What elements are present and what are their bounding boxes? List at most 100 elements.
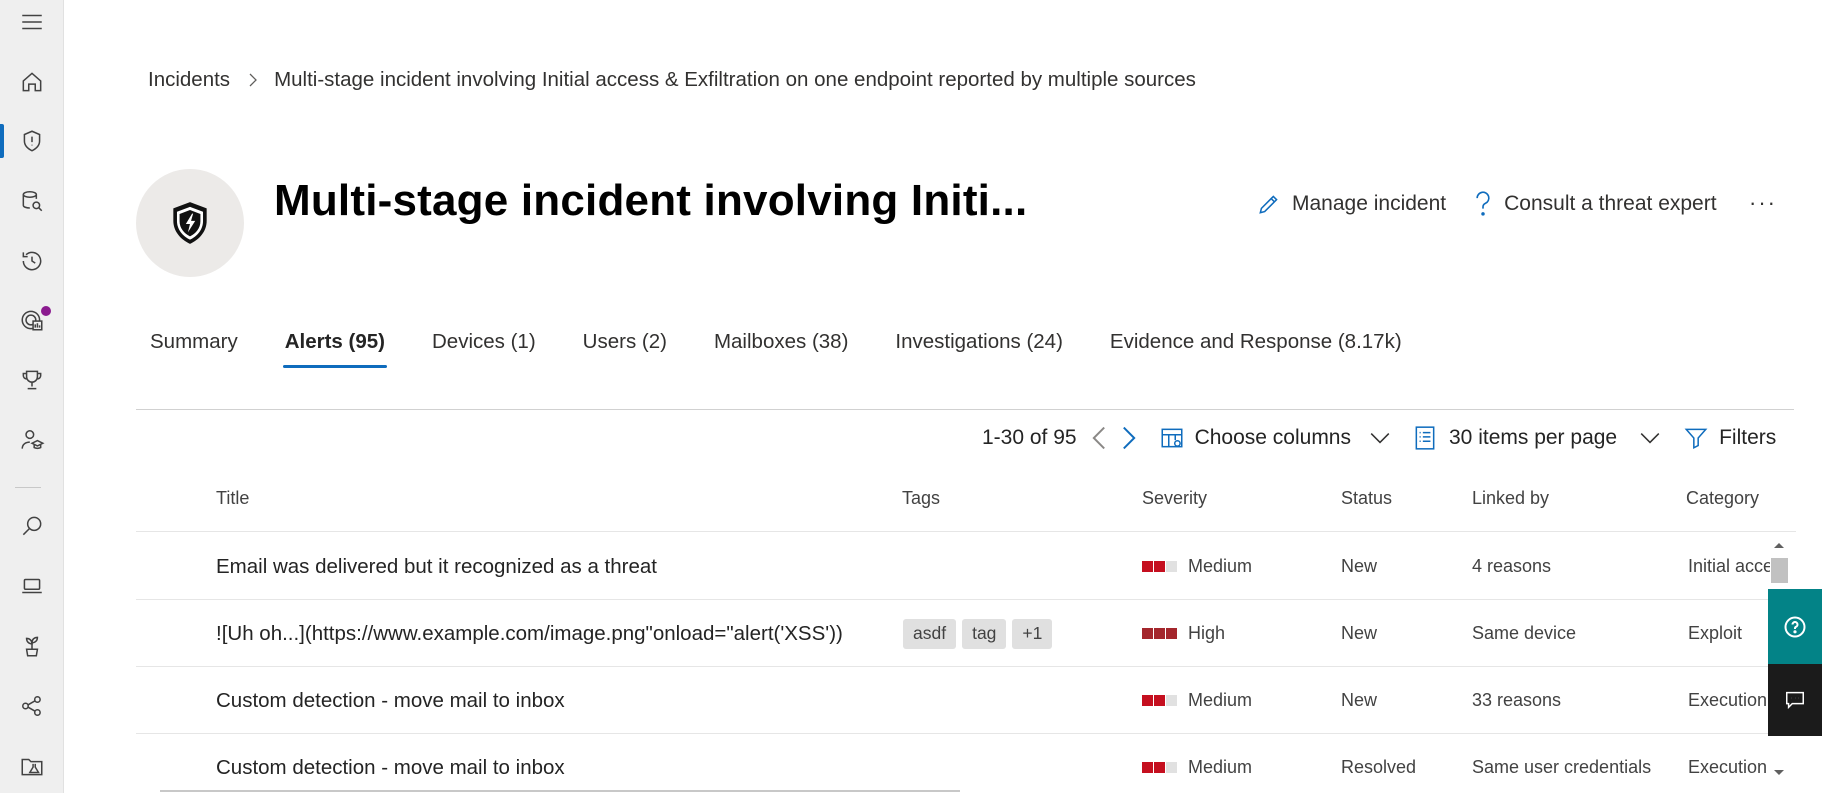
graph-icon[interactable] (0, 686, 64, 726)
feedback-button[interactable] (1768, 664, 1822, 736)
severity-label: Medium (1188, 690, 1253, 710)
table-row[interactable]: Custom detection - move mail to inbox Me… (136, 734, 1776, 793)
consult-threat-expert-label: Consult a threat expert (1504, 192, 1717, 215)
columns-icon (1161, 428, 1183, 448)
hamburger-icon[interactable] (0, 2, 64, 42)
severity-indicator (1142, 762, 1178, 773)
choose-columns-label: Choose columns (1194, 426, 1351, 449)
breadcrumb: Incidents Multi-stage incident involving… (148, 68, 1196, 92)
shield-icon[interactable] (0, 121, 64, 161)
search-icon[interactable] (0, 506, 64, 546)
laptop-icon[interactable] (0, 566, 64, 606)
column-header-severity[interactable]: Severity (1142, 488, 1207, 509)
shield-lightning-icon (173, 202, 207, 244)
manage-incident-label: Manage incident (1292, 192, 1447, 215)
severity-cell: High (1142, 600, 1225, 667)
pager-label: 1-30 of 95 (982, 426, 1077, 449)
previous-page-icon[interactable] (1089, 425, 1109, 451)
tabs-divider (136, 409, 1794, 410)
horizontal-scrollbar[interactable] (160, 790, 960, 792)
status-cell: Resolved (1341, 757, 1417, 777)
severity-indicator (1142, 561, 1178, 572)
header-actions: Manage incident Consult a threat expert (1256, 190, 1717, 218)
severity-cell: Medium (1142, 734, 1252, 793)
severity-cell: Medium (1142, 667, 1252, 734)
question-icon (1476, 191, 1490, 216)
table-header: Title Tags Severity Status Linked by Cat… (136, 478, 1796, 532)
threat-analytics-icon[interactable] (0, 300, 64, 340)
tab-devices[interactable]: Devices (1) (418, 330, 550, 368)
plant-icon[interactable] (0, 626, 64, 666)
column-header-status[interactable]: Status (1341, 488, 1392, 509)
table-row[interactable]: Email was delivered but it recognized as… (136, 533, 1776, 600)
table-row[interactable]: Custom detection - move mail to inbox Me… (136, 667, 1776, 734)
status-cell: New (1341, 690, 1378, 710)
consult-threat-expert-button[interactable]: Consult a threat expert (1472, 190, 1717, 218)
status-cell: New (1341, 623, 1378, 643)
trophy-icon[interactable] (0, 360, 64, 400)
scrollbar-thumb[interactable] (1771, 558, 1788, 583)
alert-title[interactable]: ![Uh oh...](https://www.example.com/imag… (216, 600, 896, 667)
items-per-page-label: 30 items per page (1449, 426, 1618, 449)
linked-by-cell: 33 reasons (1472, 690, 1562, 710)
alert-title[interactable]: Custom detection - move mail to inbox (216, 734, 876, 793)
column-header-tags[interactable]: Tags (902, 488, 940, 509)
tab-investigations[interactable]: Investigations (24) (881, 330, 1077, 368)
tag-chip: tag (962, 618, 1007, 649)
severity-label: High (1188, 623, 1226, 643)
manage-incident-button[interactable]: Manage incident (1256, 191, 1446, 217)
tag-overflow-chip[interactable]: +1 (1012, 618, 1053, 649)
chevron-right-icon (249, 73, 257, 87)
learning-hub-icon[interactable] (0, 420, 64, 460)
severity-indicator (1142, 695, 1178, 706)
pencil-icon (1259, 195, 1278, 214)
tab-bar: Summary Alerts (95) Devices (1) Users (2… (136, 330, 1435, 368)
severity-cell: Medium (1142, 533, 1252, 600)
scroll-up-icon[interactable] (1773, 541, 1785, 549)
column-header-category[interactable]: Category (1686, 488, 1759, 509)
status-cell: New (1341, 556, 1378, 576)
nav-divider (15, 487, 41, 488)
breadcrumb-current: Multi-stage incident involving Initial a… (274, 68, 1196, 91)
tab-users[interactable]: Users (2) (569, 330, 681, 368)
category-cell: Execution (1688, 690, 1768, 710)
chevron-down-icon (1370, 433, 1390, 444)
items-per-page-dropdown[interactable]: 30 items per page (1413, 425, 1661, 451)
history-icon[interactable] (0, 241, 64, 281)
tab-evidence-and-response[interactable]: Evidence and Response (8.17k) (1096, 330, 1416, 368)
choose-columns-button[interactable]: Choose columns (1159, 425, 1391, 451)
help-circle-icon (1784, 616, 1806, 637)
help-button[interactable] (1768, 589, 1822, 664)
category-cell: Initial acce (1688, 556, 1770, 576)
scroll-down-icon[interactable] (1773, 769, 1785, 777)
page-title: Multi-stage incident involving Initi... (274, 176, 1028, 225)
tab-summary[interactable]: Summary (136, 330, 252, 368)
home-icon[interactable] (0, 62, 64, 102)
filters-label: Filters (1719, 426, 1777, 449)
tag-chip: asdf (903, 618, 957, 649)
next-page-icon[interactable] (1119, 425, 1139, 451)
lab-icon[interactable] (0, 746, 64, 786)
column-header-title[interactable]: Title (216, 488, 249, 509)
incident-avatar (136, 169, 244, 277)
tags-cell: asdf tag +1 (903, 600, 1058, 667)
left-navigation (0, 0, 64, 793)
alert-title[interactable]: Email was delivered but it recognized as… (216, 533, 876, 600)
database-search-icon[interactable] (0, 181, 64, 221)
alert-title[interactable]: Custom detection - move mail to inbox (216, 667, 876, 734)
column-header-linked-by[interactable]: Linked by (1472, 488, 1549, 509)
table-row[interactable]: ![Uh oh...](https://www.example.com/imag… (136, 600, 1776, 667)
severity-indicator (1142, 628, 1178, 639)
tab-mailboxes[interactable]: Mailboxes (38) (700, 330, 862, 368)
severity-label: Medium (1188, 757, 1253, 777)
breadcrumb-root-link[interactable]: Incidents (148, 68, 230, 92)
category-cell: Exploit (1688, 623, 1743, 643)
filters-button[interactable]: Filters (1683, 425, 1776, 451)
more-options-button[interactable]: ··· (1749, 190, 1777, 216)
notification-dot (41, 306, 51, 316)
tab-alerts[interactable]: Alerts (95) (271, 330, 399, 368)
filter-icon (1684, 428, 1708, 449)
linked-by-cell: Same device (1472, 623, 1577, 643)
linked-by-cell: Same user credentials (1472, 757, 1652, 777)
severity-label: Medium (1188, 556, 1253, 576)
